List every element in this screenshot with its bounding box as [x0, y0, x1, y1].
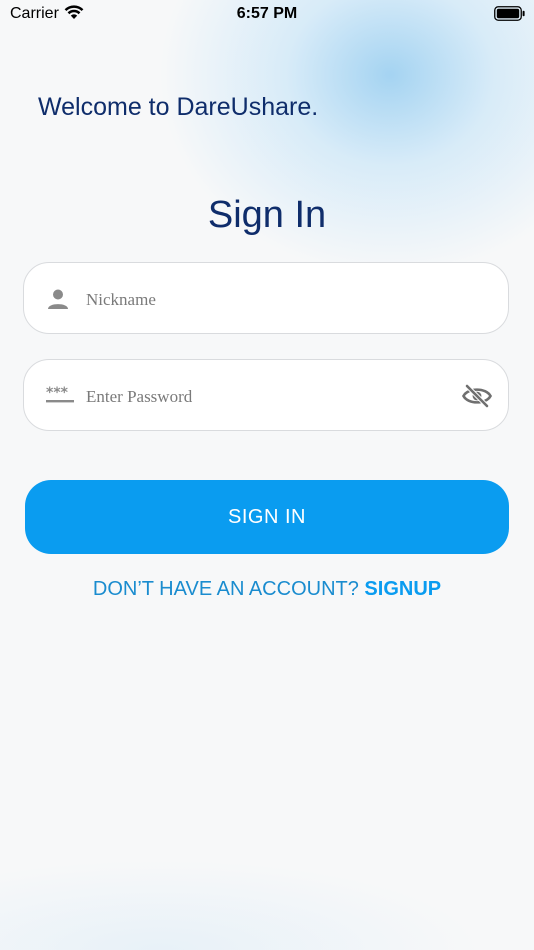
password-input[interactable] [84, 378, 458, 416]
password-dots-icon: *** [46, 384, 74, 409]
sign-in-button[interactable]: SIGN IN [25, 480, 509, 554]
nickname-input[interactable] [84, 281, 458, 319]
signup-prompt-text: DON’T HAVE AN ACCOUNT? [92, 578, 365, 600]
page-title: Sign In [207, 194, 327, 236]
status-bar: Carrier 6:57 PM [0, 0, 534, 30]
signup-prompt: DON’T HAVE AN ACCOUNT? SIGNUP [0, 578, 534, 601]
status-time: 6:57 PM [236, 5, 298, 22]
password-field[interactable]: *** [23, 359, 509, 431]
battery-icon [494, 6, 526, 26]
nickname-field[interactable] [23, 262, 509, 334]
eye-off-icon[interactable] [462, 384, 492, 413]
welcome-text: Welcome to DareUshare. [38, 93, 319, 121]
person-icon [46, 287, 70, 316]
background-glow [0, 0, 534, 950]
signup-link[interactable]: SIGNUP [364, 578, 441, 600]
svg-text:***: *** [46, 385, 69, 401]
